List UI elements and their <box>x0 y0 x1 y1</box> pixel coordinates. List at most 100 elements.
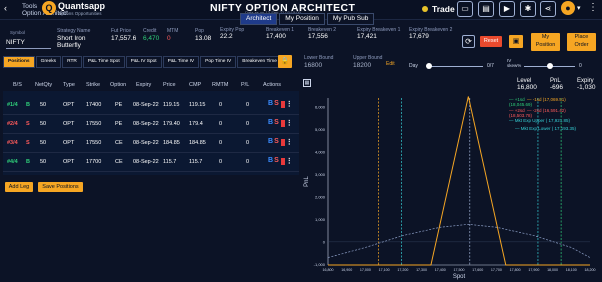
leg-qty[interactable]: 50 <box>40 140 46 146</box>
calculator-icon[interactable]: ▦ <box>303 79 311 87</box>
iv-skew-value: 0 <box>579 63 582 69</box>
leg-side[interactable]: S <box>26 140 30 146</box>
tab-architect[interactable]: Architect <box>240 13 278 25</box>
more-icon[interactable]: ⋮ <box>286 157 293 166</box>
table-row[interactable]: #4/4 B 50 OPT 17700 CE 08-Sep-22 115.7 1… <box>3 153 299 172</box>
settings-icon[interactable]: ✱ <box>520 1 536 17</box>
legend-item[interactable]: — Mkt Exp Lower ( 17,193.35) <box>515 126 576 131</box>
lock-icon[interactable]: 🔒 <box>278 55 292 68</box>
delete-icon[interactable] <box>280 101 285 108</box>
lower-bound-input[interactable]: 16800 <box>304 62 333 69</box>
expiry-pop-value: 22.2 <box>220 33 233 40</box>
edit-bounds-link[interactable]: Edit <box>386 61 395 67</box>
sell-action-button[interactable]: S <box>274 138 279 147</box>
delete-icon[interactable] <box>280 120 285 127</box>
analysis-tabs: Positions Greeks RTR P&L Time Spot P&L I… <box>3 56 289 68</box>
tab-positions[interactable]: Positions <box>3 56 35 68</box>
day-slider[interactable] <box>429 66 483 67</box>
leg-expiry[interactable]: 08-Sep-22 <box>133 159 159 165</box>
place-order-button[interactable]: Place Order <box>567 33 596 51</box>
leg-side[interactable]: B <box>26 102 30 108</box>
user-avatar-icon[interactable]: ● <box>561 1 575 15</box>
sell-action-button[interactable]: S <box>274 100 279 109</box>
video-icon[interactable]: ▶ <box>499 1 515 17</box>
tab-pop-time-iv[interactable]: Pop Time IV <box>200 56 237 68</box>
leg-qty[interactable]: 50 <box>40 121 46 127</box>
legend-item[interactable]: — -1sd (17,069.51) <box>527 97 566 102</box>
leg-option[interactable]: PE <box>115 121 122 127</box>
share-icon[interactable]: ⋖ <box>540 1 556 17</box>
leg-expiry[interactable]: 08-Sep-22 <box>133 102 159 108</box>
delete-icon[interactable] <box>280 139 285 146</box>
iv-skew-slider-handle[interactable] <box>546 63 553 69</box>
buy-action-button[interactable]: B <box>268 119 273 128</box>
leg-qty[interactable]: 50 <box>40 159 46 165</box>
leg-price[interactable]: 184.85 <box>163 140 180 146</box>
legend-item[interactable]: — Mkt Exp Upper ( 17,921.85) <box>509 118 570 123</box>
window-icon[interactable]: ▭ <box>457 1 473 17</box>
my-position-label-1: My <box>541 34 550 40</box>
table-row[interactable]: #2/4 S 50 OPT 17550 PE 08-Sep-22 179.40 … <box>3 115 299 134</box>
leg-side[interactable]: S <box>26 121 30 127</box>
leg-option[interactable]: CE <box>115 140 123 146</box>
more-icon[interactable]: ⋮ <box>286 138 293 147</box>
sell-action-button[interactable]: S <box>274 119 279 128</box>
table-row[interactable]: #3/4 S 50 OPT 17550 CE 08-Sep-22 184.85 … <box>3 134 299 153</box>
leg-cmp: 115.7 <box>189 159 203 165</box>
col-header-price: Price <box>163 82 176 88</box>
leg-strike[interactable]: 17550 <box>86 140 101 146</box>
leg-side[interactable]: B <box>26 159 30 165</box>
leg-option[interactable]: CE <box>115 159 123 165</box>
leg-price[interactable]: 179.40 <box>163 121 180 127</box>
x-tick-label: 16,900 <box>341 268 352 272</box>
tab-pl-time-iv[interactable]: P&L Time IV <box>162 56 200 68</box>
trade-button[interactable]: Trade <box>432 4 455 14</box>
tab-pl-time-spot[interactable]: P&L Time Spot <box>82 56 125 68</box>
sell-action-button[interactable]: S <box>274 157 279 166</box>
reset-button[interactable]: Reset <box>480 36 502 47</box>
buy-action-button[interactable]: B <box>268 138 273 147</box>
chevron-down-icon[interactable]: ▾ <box>577 4 581 12</box>
legend-label: -2sd (16,591.42) <box>532 108 566 113</box>
tab-greeks[interactable]: Greeks <box>35 56 62 68</box>
leg-type: OPT <box>63 121 75 127</box>
upper-bound-input[interactable]: 18200 <box>353 62 382 69</box>
leg-price[interactable]: 119.15 <box>163 102 179 108</box>
more-icon[interactable]: ⋮ <box>286 100 293 109</box>
leg-option[interactable]: PE <box>115 102 122 108</box>
menu-icon[interactable]: ⋮ <box>588 2 598 13</box>
breakeven-1-value: 17,400 <box>266 33 286 40</box>
x-tick-label: 17,500 <box>454 268 465 272</box>
leg-price[interactable]: 115.7 <box>163 159 176 165</box>
day-slider-handle[interactable] <box>426 63 432 69</box>
save-positions-button[interactable]: Save Positions <box>38 182 83 192</box>
save-icon[interactable]: ▣ <box>509 35 523 48</box>
tab-my-position[interactable]: My Position <box>279 13 325 25</box>
add-leg-button[interactable]: Add Leg <box>5 182 33 192</box>
leg-qty[interactable]: 50 <box>40 102 46 108</box>
legend-item[interactable]: — -2sd (16,591.42) <box>527 108 566 113</box>
top-tabs: Architect My Position My Pub Sub <box>240 13 376 25</box>
iv-skew-label: IV skew% <box>507 58 521 68</box>
tab-rtr[interactable]: RTR <box>62 56 82 68</box>
table-row[interactable]: #1/4 B 50 OPT 17400 PE 08-Sep-22 119.15 … <box>3 96 299 115</box>
back-icon[interactable]: ‹ <box>4 3 7 13</box>
leg-expiry[interactable]: 08-Sep-22 <box>133 140 159 146</box>
tab-my-pub-sub[interactable]: My Pub Sub <box>326 13 375 25</box>
buy-action-button[interactable]: B <box>268 157 273 166</box>
tab-pl-iv-spot[interactable]: P&L IV Spot <box>125 56 162 68</box>
refresh-icon[interactable]: ⟳ <box>462 35 475 48</box>
strategy-info: Strategy Name Short Iron Butterfly <box>57 28 90 49</box>
my-position-button[interactable]: My Position <box>531 33 560 51</box>
leg-expiry[interactable]: 08-Sep-22 <box>133 121 159 127</box>
leg-pl: 0 <box>246 159 250 165</box>
delete-icon[interactable] <box>280 158 285 165</box>
symbol-select[interactable]: NIFTY <box>6 37 51 49</box>
leg-strike[interactable]: 17700 <box>86 159 101 165</box>
more-icon[interactable]: ⋮ <box>286 119 293 128</box>
chart-window-icon[interactable]: ▤ <box>478 1 494 17</box>
buy-action-button[interactable]: B <box>268 100 273 109</box>
leg-strike[interactable]: 17400 <box>86 102 101 108</box>
leg-strike[interactable]: 17550 <box>86 121 101 127</box>
expiry-breakeven-1-value: 17,421 <box>357 33 377 40</box>
